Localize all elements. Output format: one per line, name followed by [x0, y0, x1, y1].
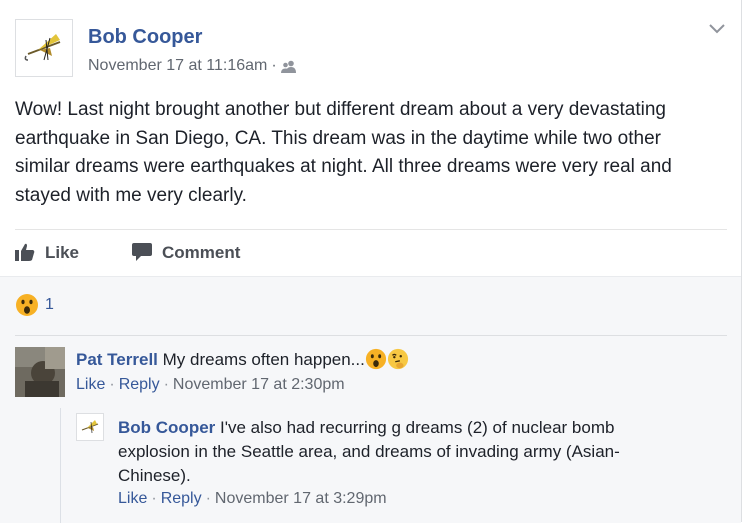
reaction-count: 1	[45, 296, 54, 313]
author-avatar[interactable]	[15, 19, 73, 77]
meta-separator: ·	[205, 490, 211, 507]
post-options-chevron-down-icon[interactable]	[708, 22, 726, 40]
reply-thread-line	[60, 408, 61, 523]
wow-emoji-icon	[365, 348, 387, 377]
fly-lure-image	[81, 420, 99, 434]
reply-author[interactable]: Bob Cooper	[118, 418, 215, 437]
reactions-summary[interactable]: 1	[15, 293, 54, 322]
reply-meta: Like · Reply · November 17 at 3:29pm	[118, 490, 387, 508]
reply-body: Bob Cooper I've also had recurring g dre…	[118, 416, 678, 488]
comment-author[interactable]: Pat Terrell	[76, 350, 158, 369]
comments-section: 1 Pat Terrell My dreams often happen...	[0, 276, 741, 523]
like-label: Like	[45, 243, 80, 262]
meta-separator: ·	[151, 490, 157, 507]
comment-button[interactable]: Comment	[132, 243, 240, 263]
reply-author-avatar[interactable]	[76, 413, 104, 441]
post-author-name[interactable]: Bob Cooper	[88, 26, 202, 49]
wow-emoji-icon	[15, 293, 39, 322]
comment-like-link[interactable]: Like	[76, 376, 105, 393]
meta-separator: ·	[163, 376, 169, 393]
comment-meta: Like · Reply · November 17 at 2:30pm	[76, 376, 345, 394]
divider	[15, 335, 727, 336]
meta-separator: ·	[109, 376, 115, 393]
post-card: Bob Cooper November 17 at 11:16am · Wow! …	[0, 0, 742, 523]
post-text: Wow! Last night brought another but diff…	[15, 99, 672, 206]
comment-reply-link[interactable]: Reply	[119, 376, 160, 393]
reply-timestamp[interactable]: November 17 at 3:29pm	[215, 490, 387, 507]
post-timestamp[interactable]: November 17 at 11:16am	[88, 57, 267, 74]
comment-timestamp[interactable]: November 17 at 2:30pm	[173, 376, 345, 393]
like-button[interactable]: Like	[15, 243, 79, 263]
comment-body: Pat Terrell My dreams often happen...	[76, 348, 409, 377]
thinking-emoji-icon	[387, 348, 409, 377]
thumbs-up-icon	[15, 243, 35, 261]
meta-separator: ·	[271, 57, 277, 74]
post-meta: November 17 at 11:16am ·	[88, 57, 297, 78]
friends-icon[interactable]	[280, 60, 297, 78]
fly-lure-image	[24, 34, 61, 61]
reply-reply-link[interactable]: Reply	[161, 490, 202, 507]
comment-label: Comment	[162, 243, 241, 262]
commenter-avatar[interactable]	[15, 347, 65, 397]
comment-bubble-icon	[132, 243, 152, 261]
reply-like-link[interactable]: Like	[118, 490, 147, 507]
post-actions-bar: Like Comment	[15, 229, 727, 277]
comment-text: My dreams often happen...	[162, 350, 365, 369]
